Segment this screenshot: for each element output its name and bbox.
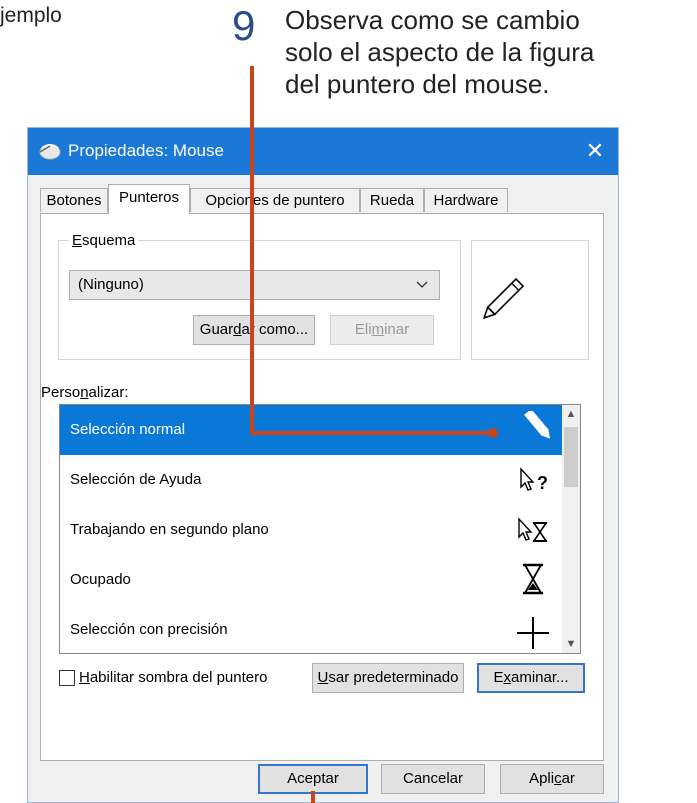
list-item[interactable]: Trabajando en segundo plano: [60, 505, 563, 555]
annotation-line-bottom: [311, 791, 315, 803]
pen-pointer-icon: [482, 277, 525, 320]
scheme-dropdown[interactable]: (Ninguno): [69, 270, 440, 300]
pointer-list[interactable]: Selección normal Selección de Ayuda ? Tr…: [59, 404, 581, 654]
close-button[interactable]: ✕: [578, 134, 612, 168]
pen-pointer-icon: [524, 411, 551, 439]
customize-label: Personalizar:: [41, 384, 129, 401]
list-item[interactable]: Selección con precisión: [60, 605, 563, 653]
working-background-icon: [518, 517, 548, 542]
tab-hardware[interactable]: Hardware: [424, 188, 508, 212]
window-title: Propiedades: Mouse: [68, 141, 224, 160]
list-item[interactable]: Ocupado: [60, 555, 563, 605]
list-item[interactable]: Selección de Ayuda ?: [60, 455, 563, 505]
list-item-label: Trabajando en segundo plano: [70, 521, 269, 538]
list-item-label: Selección de Ayuda: [70, 471, 202, 488]
cancel-button[interactable]: Cancelar: [381, 764, 485, 794]
svg-text:?: ?: [537, 473, 548, 493]
close-icon: ✕: [585, 138, 605, 163]
mouse-icon: [39, 144, 61, 160]
browse-button[interactable]: Examinar...: [477, 663, 585, 693]
tab-punteros[interactable]: Punteros: [108, 184, 190, 214]
scheme-selected-value: (Ninguno): [78, 276, 144, 293]
caption-prefix: jemplo: [0, 4, 62, 27]
callout-line-3: del puntero del mouse.: [285, 69, 550, 99]
scheme-label: Esquema: [69, 232, 139, 249]
scroll-thumb[interactable]: [564, 427, 578, 487]
list-item-label: Selección con precisión: [70, 621, 228, 638]
chevron-down-icon: [416, 281, 428, 288]
list-item-label: Selección normal: [70, 421, 186, 438]
annotation-line-horizontal: [250, 431, 492, 435]
callout-text: Observa como se cambio solo el aspecto d…: [285, 4, 594, 100]
tab-botones[interactable]: Botones: [40, 188, 108, 212]
help-select-icon: ?: [520, 467, 548, 493]
pointers-panel: Esquema (Ninguno) Guardar como... Elimin…: [40, 213, 604, 761]
step-number: 9: [232, 2, 256, 49]
tab-opciones-de-puntero[interactable]: Opciones de puntero: [190, 188, 360, 212]
mouse-properties-dialog: Propiedades: Mouse ✕ Botones Punteros Op…: [27, 127, 619, 803]
callout-line-1: Observa como se cambio: [285, 5, 580, 35]
annotation-line-vertical: [250, 66, 254, 434]
callout-line-2: solo el aspecto de la figura: [285, 37, 595, 67]
annotation-dot: [488, 428, 498, 438]
ok-button[interactable]: Aceptar: [258, 764, 368, 794]
tab-rueda[interactable]: Rueda: [360, 188, 424, 212]
title-bar[interactable]: Propiedades: Mouse ✕: [28, 128, 618, 175]
save-as-button[interactable]: Guardar como...: [193, 315, 315, 345]
checkbox-box[interactable]: [59, 670, 75, 686]
pointer-preview: [471, 240, 589, 360]
delete-scheme-button[interactable]: Eliminar: [330, 315, 434, 345]
scroll-up-icon[interactable]: ▲: [562, 405, 580, 423]
apply-button[interactable]: Aplicar: [500, 764, 604, 794]
scroll-down-icon[interactable]: ▼: [562, 635, 580, 653]
list-item-label: Ocupado: [70, 571, 131, 588]
crosshair-icon: [517, 617, 549, 649]
list-scrollbar[interactable]: ▲ ▼: [562, 405, 580, 653]
hourglass-icon: [523, 563, 543, 595]
use-default-button[interactable]: Usar predeterminado: [312, 663, 464, 693]
pointer-shadow-label: Habilitar sombra del puntero: [79, 669, 268, 686]
